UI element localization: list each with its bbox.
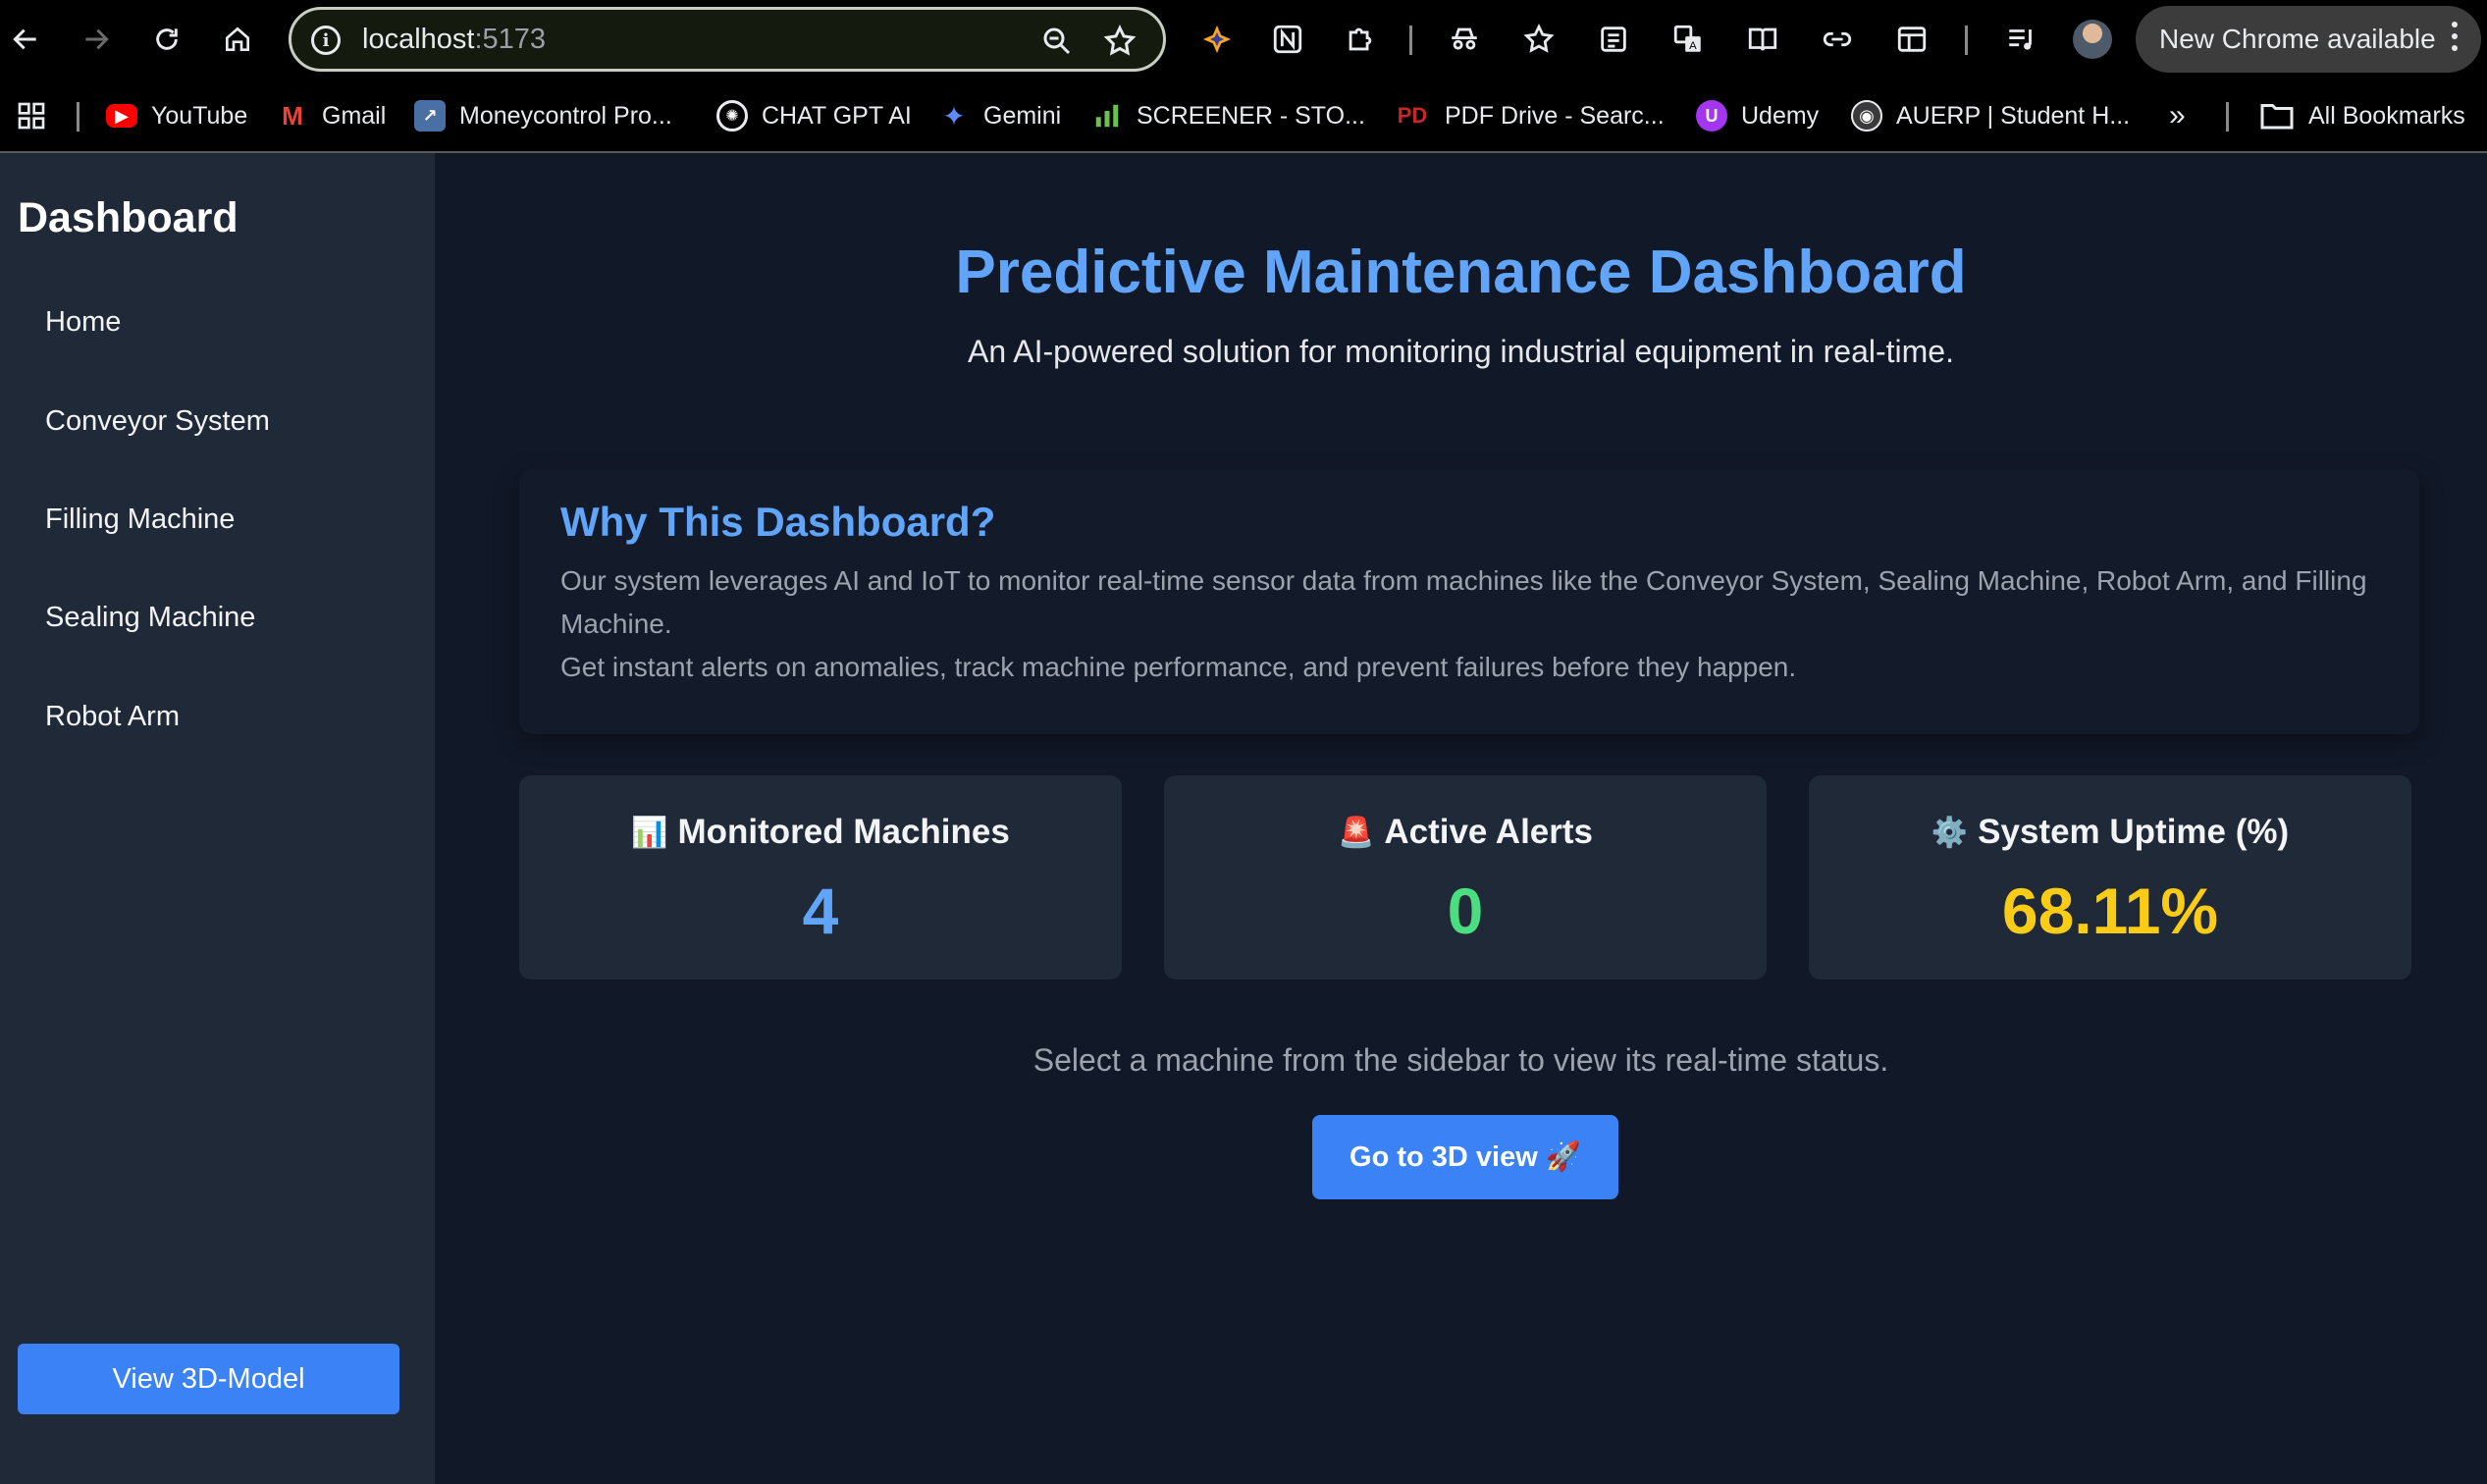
bookmark-youtube[interactable]: ▶ YouTube <box>106 98 247 133</box>
bookmark-star-icon[interactable] <box>1102 24 1138 59</box>
view-3d-model-button[interactable]: View 3D-Model <box>18 1344 399 1414</box>
arrow-left-icon <box>13 28 36 50</box>
page-subtitle: An AI-powered solution for monitoring in… <box>968 334 1954 369</box>
back-button[interactable] <box>2 16 49 63</box>
site-info-icon[interactable]: i <box>311 26 341 55</box>
stat-card-system-uptime: ⚙️ System Uptime (%) 68.11% <box>1809 775 2411 980</box>
pdfdrive-icon: PD <box>1397 103 1428 128</box>
star-extension-icon[interactable] <box>1519 20 1559 59</box>
why-heading: Why This Dashboard? <box>560 499 996 545</box>
stat-card-active-alerts: 🚨 Active Alerts 0 <box>1164 775 1767 980</box>
why-paragraph-1: Our system leverages AI and IoT to monit… <box>560 565 2367 639</box>
stat-value-monitored-machines: 4 <box>802 874 839 947</box>
gmail-icon: M <box>282 100 303 131</box>
gear-icon: ⚙️ <box>1931 816 1969 849</box>
sidebar-title: Dashboard <box>18 194 238 241</box>
stat-card-monitored-machines: 📊 Monitored Machines 4 <box>519 775 1122 980</box>
bookmark-chatgpt[interactable]: ✺ CHAT GPT AI <box>716 98 912 133</box>
toolbar-divider <box>1409 26 1412 55</box>
sidebar: Dashboard Home Conveyor System Filling M… <box>0 153 435 1484</box>
bookmark-moneycontrol[interactable]: ↗ Moneycontrol Pro... <box>414 98 672 133</box>
reader-mode-icon[interactable] <box>1743 20 1782 59</box>
tab-layout-icon[interactable] <box>1892 20 1931 59</box>
sidebar-item-filling-machine[interactable]: Filling Machine <box>45 504 235 536</box>
stat-value-system-uptime: 68.11% <box>2001 874 2219 947</box>
url-text: localhost:5173 <box>362 24 547 55</box>
arrow-right-icon <box>85 28 109 50</box>
bookmark-screener[interactable]: SCREENER - STO... <box>1091 98 1365 133</box>
zoom-icon[interactable] <box>1039 24 1075 59</box>
home-icon <box>226 26 249 51</box>
bookmarks-divider <box>2226 102 2229 132</box>
why-description: Our system leverages AI and IoT to monit… <box>560 559 2386 689</box>
notion-icon[interactable] <box>1268 20 1307 59</box>
why-dashboard-card: Why This Dashboard? Our system leverages… <box>519 469 2419 734</box>
address-bar[interactable]: i localhost:5173 <box>289 7 1166 72</box>
profile-avatar[interactable] <box>2073 20 2112 59</box>
bookmarks-divider <box>77 102 79 132</box>
folder-icon <box>2260 104 2294 130</box>
siren-icon: 🚨 <box>1337 816 1375 849</box>
toolbar-divider <box>1965 26 1968 55</box>
bookmark-pdfdrive[interactable]: PD PDF Drive - Searc... <box>1394 98 1665 133</box>
extension-ai-icon[interactable] <box>1197 20 1237 59</box>
bookmarks-overflow-button[interactable]: » <box>2169 98 2186 133</box>
auerp-icon: ◉ <box>1851 100 1882 132</box>
reading-list-icon[interactable] <box>1594 20 1633 59</box>
go-to-3d-view-button[interactable]: Go to 3D view 🚀 <box>1312 1115 1618 1199</box>
home-button[interactable] <box>214 16 261 63</box>
bookmark-gmail[interactable]: M Gmail <box>277 98 386 133</box>
bookmark-auerp[interactable]: ◉ AUERP | Student H... <box>1851 98 2130 133</box>
sidebar-item-conveyor-system[interactable]: Conveyor System <box>45 405 270 438</box>
select-machine-hint: Select a machine from the sidebar to vie… <box>1032 1042 1889 1078</box>
screener-icon <box>1091 100 1123 132</box>
stat-value-active-alerts: 0 <box>1447 874 1484 947</box>
why-paragraph-2: Get instant alerts on anomalies, track m… <box>560 652 1797 682</box>
bar-chart-icon: 📊 <box>631 816 668 849</box>
bookmark-udemy[interactable]: U Udemy <box>1696 98 1819 133</box>
main-content: Predictive Maintenance Dashboard An AI-p… <box>435 153 2487 1484</box>
gemini-icon: ✦ <box>942 100 966 132</box>
apps-grid-icon[interactable] <box>16 98 47 133</box>
bookmark-gemini[interactable]: ✦ Gemini <box>938 98 1061 133</box>
more-menu-icon[interactable] <box>2452 22 2458 57</box>
chrome-update-button[interactable]: New Chrome available <box>2136 6 2481 73</box>
stat-label: 🚨 Active Alerts <box>1337 813 1594 851</box>
moneycontrol-icon: ↗ <box>414 100 446 132</box>
stat-label: 📊 Monitored Machines <box>631 813 1010 851</box>
sidebar-item-robot-arm[interactable]: Robot Arm <box>45 701 180 733</box>
translate-icon[interactable]: A <box>1668 20 1708 59</box>
incognito-icon[interactable] <box>1445 20 1484 59</box>
reload-icon <box>156 28 178 50</box>
update-label: New Chrome available <box>2159 24 2436 54</box>
media-playlist-icon[interactable] <box>2002 20 2041 59</box>
udemy-icon: U <box>1696 100 1727 132</box>
all-bookmarks-button[interactable]: All Bookmarks <box>2259 98 2465 133</box>
link-icon[interactable] <box>1818 20 1857 59</box>
openai-icon: ✺ <box>716 100 748 132</box>
bookmarks-bar: ▶ YouTube M Gmail ↗ Moneycontrol Pro... … <box>0 79 2487 153</box>
page-title: Predictive Maintenance Dashboard <box>955 238 1967 306</box>
reload-button[interactable] <box>143 16 190 63</box>
svg-text:A: A <box>1689 40 1697 52</box>
puzzle-extension-icon[interactable] <box>1341 20 1380 59</box>
youtube-icon: ▶ <box>106 104 137 128</box>
sidebar-item-home[interactable]: Home <box>45 306 121 339</box>
browser-toolbar: i localhost:5173 A New Chrome available <box>0 0 2487 79</box>
sidebar-item-sealing-machine[interactable]: Sealing Machine <box>45 602 255 634</box>
forward-button[interactable] <box>73 16 120 63</box>
stat-label: ⚙️ System Uptime (%) <box>1931 813 2290 851</box>
